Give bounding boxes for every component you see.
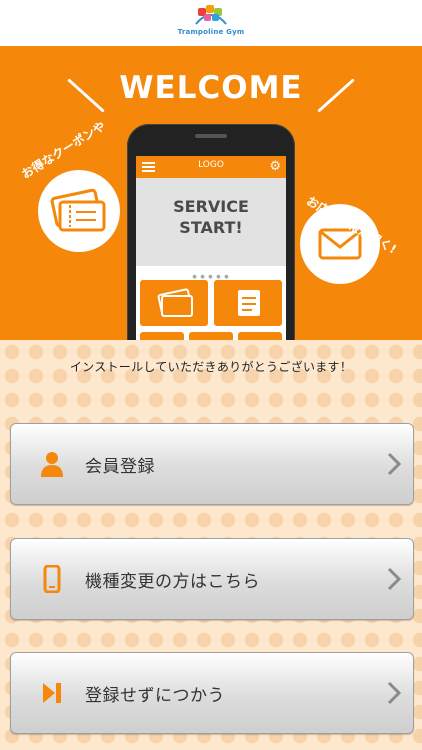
device-change-button-label: 機種変更の方はこちら xyxy=(85,571,260,592)
phone-tile xyxy=(189,332,233,340)
phone-tile xyxy=(140,332,184,340)
phone-screen: LOGO ⚙ SERVICE START! ● ● ● ● ● xyxy=(136,156,286,340)
chevron-right-icon xyxy=(387,567,402,591)
phone-logo-text: LOGO xyxy=(198,160,224,170)
hero-banner: WELCOME お得なクーポンや お店の情報が届く! LOGO ⚙ SERVIC… xyxy=(0,46,422,340)
thanks-message: インストールしていただきありがとうございます！ xyxy=(69,360,353,374)
puzzle-logo-icon xyxy=(195,5,227,25)
phone-tile-coupon xyxy=(140,280,208,326)
phone-tile xyxy=(238,332,282,340)
chevron-right-icon xyxy=(387,681,402,705)
register-button[interactable]: 会員登録 xyxy=(10,423,414,505)
phone-tile-notes xyxy=(214,280,282,326)
note-icon xyxy=(238,290,260,316)
phone-header-bar: LOGO ⚙ xyxy=(136,156,286,178)
smartphone-icon xyxy=(37,564,67,594)
ticket-icon xyxy=(157,288,193,317)
ticket-icon xyxy=(50,188,106,232)
skip-registration-button[interactable]: 登録せずにつかう xyxy=(10,652,414,734)
register-button-label: 会員登録 xyxy=(85,456,155,477)
phone-banner-text: SERVICE START! xyxy=(173,197,249,237)
brand-name: Trampoline Gym xyxy=(177,28,245,36)
coupon-bubble xyxy=(38,170,120,252)
phone-speaker xyxy=(195,134,227,138)
phone-mockup: LOGO ⚙ SERVICE START! ● ● ● ● ● xyxy=(127,124,295,340)
app-header: Trampoline Gym xyxy=(0,0,422,46)
device-change-button[interactable]: 機種変更の方はこちら xyxy=(10,538,414,620)
person-icon xyxy=(37,449,67,479)
phone-banner: SERVICE START! xyxy=(136,178,286,266)
skip-registration-button-label: 登録せずにつかう xyxy=(85,685,225,706)
chevron-right-icon xyxy=(387,452,402,476)
skip-icon xyxy=(37,678,67,708)
brand-logo: Trampoline Gym xyxy=(0,4,422,36)
welcome-title: WELCOME xyxy=(119,70,303,106)
gear-icon: ⚙ xyxy=(269,159,281,174)
